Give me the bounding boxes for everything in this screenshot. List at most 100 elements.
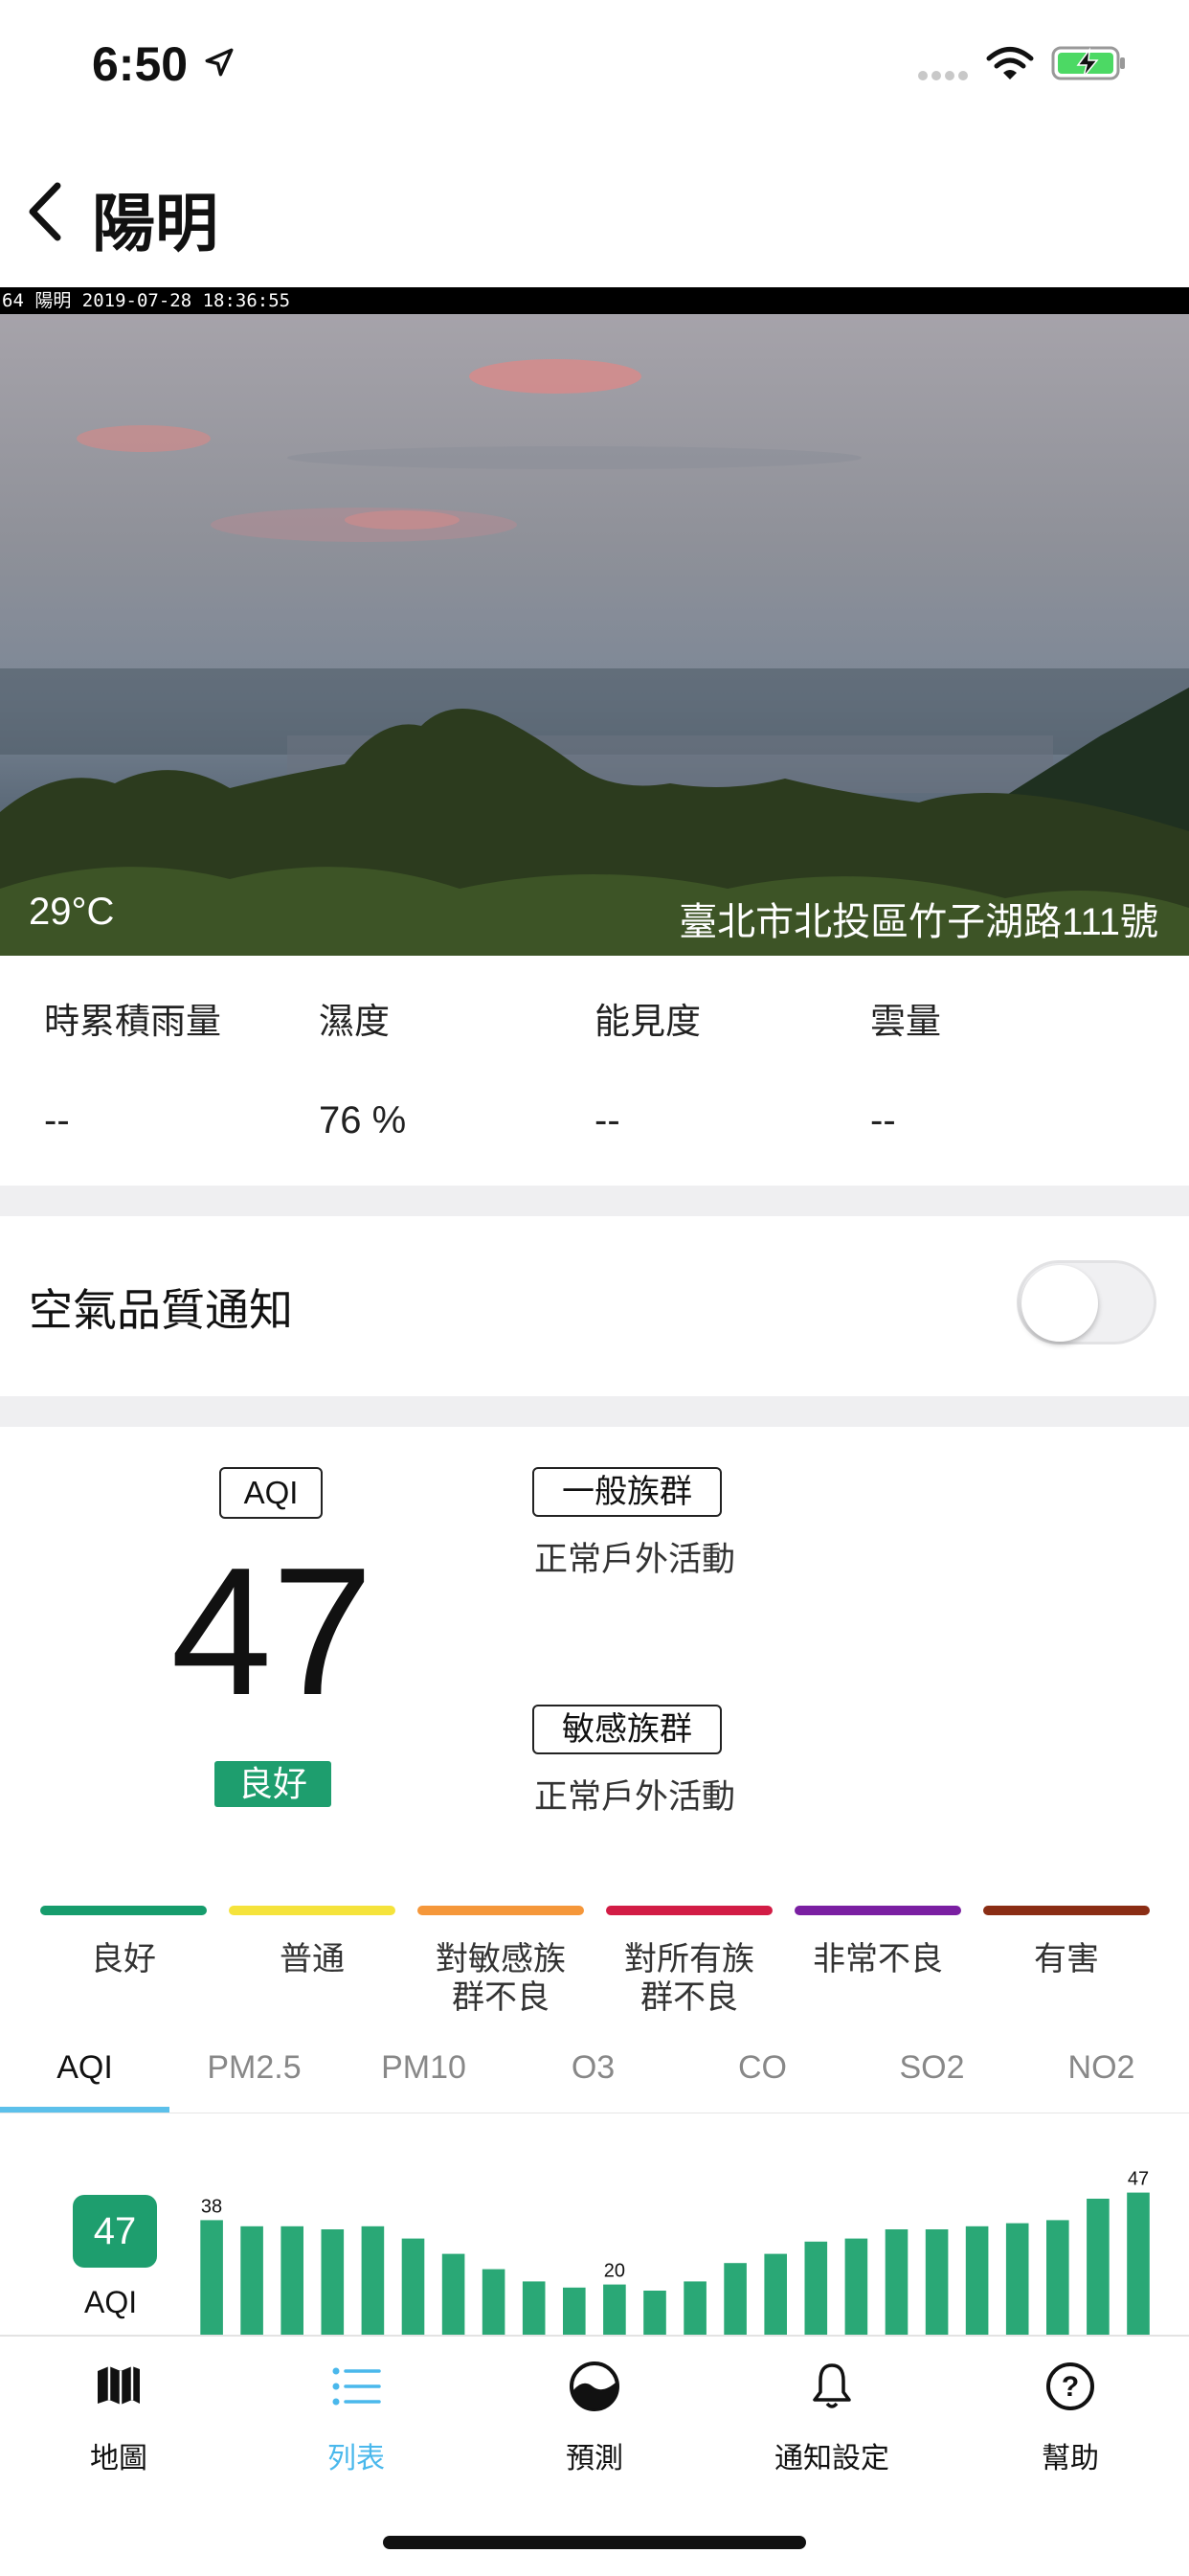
stat-value: --	[44, 1099, 70, 1141]
camera-temperature: 29°C	[29, 891, 115, 933]
legend-label: 有害	[1034, 1941, 1099, 1977]
tab-no2[interactable]: NO2	[1017, 2049, 1186, 2087]
legend-bar-moderate	[229, 1906, 395, 1915]
stat-value: --	[594, 1099, 620, 1141]
tabbar-item-notifications[interactable]: 通知設定	[736, 2358, 928, 2476]
help-icon: ?	[1046, 2362, 1094, 2410]
chart-bar	[684, 2281, 707, 2337]
tabbar-label: 列表	[327, 2443, 385, 2474]
tabbar-label: 地圖	[90, 2443, 147, 2474]
notify-label: 空氣品質通知	[29, 1285, 293, 1335]
svg-text:?: ?	[1062, 2371, 1079, 2403]
notify-toggle[interactable]	[1017, 1260, 1156, 1344]
bell-icon	[813, 2363, 851, 2408]
chart-bar	[482, 2269, 505, 2337]
tab-aqi[interactable]: AQI	[0, 2049, 169, 2087]
stat-label: 濕度	[319, 1002, 390, 1041]
legend-bar-very-unhealthy	[795, 1906, 961, 1915]
chart-metric-label: AQI	[84, 2285, 138, 2319]
tabbar-item-help[interactable]: ? 幫助	[975, 2358, 1166, 2476]
tabbar-item-map[interactable]: 地圖	[23, 2358, 214, 2476]
chart-bar	[280, 2226, 303, 2337]
group-general-label: 一般族群	[532, 1467, 722, 1517]
toggle-knob	[1021, 1265, 1098, 1342]
camera-address: 臺北市北投區竹子湖路111號	[679, 901, 1158, 943]
legend-bar-sensitive	[417, 1906, 584, 1915]
aqi-label-box: AQI	[219, 1467, 323, 1519]
chevron-left-icon[interactable]	[21, 178, 69, 245]
chart-bar	[522, 2281, 546, 2337]
home-indicator	[383, 2536, 806, 2549]
camera-view: 64 陽明 2019-07-28 18:36:55 29°C 臺北市北投區竹子湖…	[0, 287, 1189, 956]
status-bar: 6:50	[0, 0, 1189, 126]
tabbar-label: 通知設定	[774, 2443, 889, 2474]
chart-bar	[200, 2220, 223, 2337]
list-icon	[332, 2367, 381, 2406]
stat-label: 時累積雨量	[44, 1002, 221, 1041]
stat-cloud: 雲量 --	[870, 992, 1138, 1142]
forecast-icon	[570, 2361, 619, 2411]
tab-so2[interactable]: SO2	[847, 2049, 1017, 2087]
chart-bar	[1005, 2223, 1029, 2337]
stat-value: 76 %	[319, 1099, 407, 1141]
legend-label: 良好	[91, 1941, 156, 1977]
chart-data-label: 20	[604, 2261, 625, 2282]
nav-bar: 陽明	[0, 144, 1189, 282]
stat-rain: 時累積雨量 --	[44, 992, 312, 1142]
group-sensitive-advice: 正常戶外活動	[534, 1778, 736, 1816]
legend-bar-unhealthy	[606, 1906, 773, 1915]
tabbar-label: 幫助	[1042, 2443, 1099, 2474]
stat-humidity: 濕度 76 %	[319, 992, 587, 1142]
bottom-tab-bar: 地圖 列表 預測 通知設定 ? 幫助	[0, 2335, 1189, 2576]
map-icon	[98, 2366, 140, 2405]
status-time: 6:50	[92, 37, 189, 91]
chart-bar	[885, 2229, 909, 2337]
chart-bar	[643, 2291, 666, 2337]
tabbar-item-forecast[interactable]: 預測	[499, 2358, 690, 2476]
chart-bar	[563, 2287, 586, 2337]
legend-label: 非常不良	[813, 1941, 943, 1977]
aqi-value: 47	[170, 1530, 373, 1733]
weather-stats: 時累積雨量 -- 濕度 76 % 能見度 -- 雲量 --	[0, 956, 1189, 1186]
legend-label: 對敏感族 群不良	[436, 1941, 566, 2016]
tab-pm10[interactable]: PM10	[339, 2049, 508, 2087]
chart-bar	[804, 2241, 828, 2337]
group-general-advice: 正常戶外活動	[534, 1541, 736, 1578]
aqi-status-badge: 良好	[214, 1761, 331, 1807]
tabbar-label: 預測	[566, 2443, 623, 2474]
stat-visibility: 能見度 --	[594, 992, 863, 1142]
legend-label: 對所有族 群不良	[624, 1941, 754, 2016]
aqi-bar-chart: 38 20 47	[200, 2169, 1150, 2337]
chart-bar	[1127, 2192, 1150, 2337]
chart-bar	[965, 2226, 989, 2337]
active-tab-underline	[0, 2107, 169, 2113]
stat-label: 能見度	[594, 1002, 701, 1041]
chart-bar	[603, 2284, 626, 2337]
section-divider	[0, 1186, 1189, 1216]
chart-bar	[925, 2229, 949, 2337]
air-quality-notify-row: 空氣品質通知	[0, 1214, 1189, 1396]
chart-data-label: 38	[201, 2196, 222, 2217]
page-title: 陽明	[92, 188, 218, 259]
chart-bar	[1046, 2220, 1069, 2337]
section-divider	[0, 1396, 1189, 1427]
group-sensitive-label: 敏感族群	[532, 1705, 722, 1754]
chart-bar	[1087, 2199, 1110, 2337]
legend-label: 普通	[280, 1941, 345, 1977]
tabbar-item-list[interactable]: 列表	[260, 2358, 452, 2476]
chart-bar	[844, 2238, 868, 2337]
location-arrow-icon	[205, 48, 234, 77]
tab-co[interactable]: CO	[678, 2049, 847, 2087]
chart-data-label: 47	[1128, 2169, 1149, 2190]
signal-dots-icon	[918, 71, 968, 80]
tab-o3[interactable]: O3	[508, 2049, 678, 2087]
chart-bar	[724, 2263, 747, 2337]
chart-bar	[764, 2253, 787, 2337]
camera-timestamp: 64 陽明 2019-07-28 18:36:55	[0, 287, 1189, 314]
chart-bar	[361, 2226, 385, 2337]
legend-bar-hazardous	[983, 1906, 1150, 1915]
tab-pm25[interactable]: PM2.5	[169, 2049, 339, 2087]
stat-label: 雲量	[870, 1002, 941, 1041]
camera-image	[0, 314, 1189, 956]
chart-bar	[240, 2226, 263, 2337]
